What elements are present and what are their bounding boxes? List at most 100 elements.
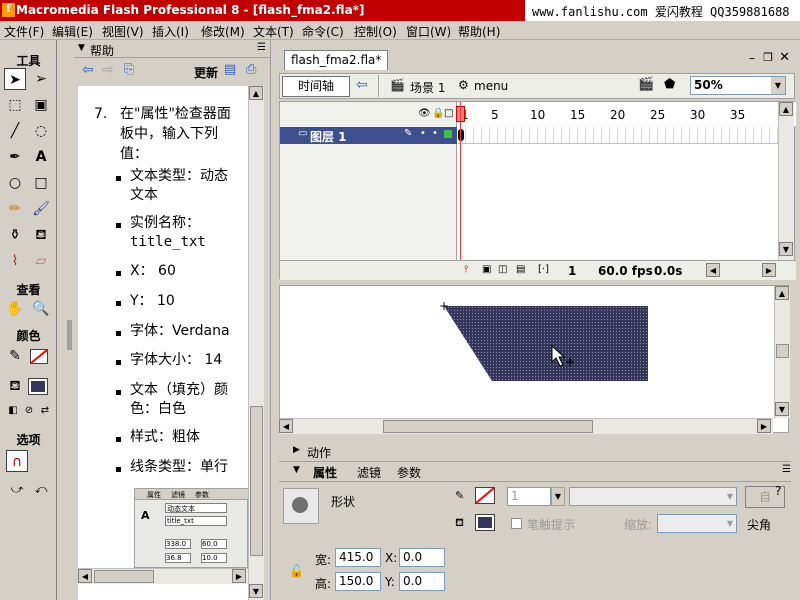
menu-edit[interactable]: 编辑(E) [52, 23, 93, 40]
menu-help[interactable]: 帮助(H) [458, 23, 500, 40]
scroll-thumb[interactable] [94, 570, 154, 583]
pencil-tool-icon[interactable]: ✏ [4, 198, 26, 220]
smooth-icon[interactable]: ⤻ [6, 478, 28, 500]
height-field[interactable]: 150.0 [335, 572, 381, 591]
scroll-down-icon[interactable]: ▼ [779, 242, 793, 256]
back-arrow-icon[interactable]: ⇦ [82, 62, 94, 78]
scroll-down-icon[interactable]: ▼ [775, 402, 789, 416]
edit-multiple-icon[interactable]: ▤ [516, 264, 525, 275]
onion-skin-icon[interactable]: ▣ [482, 264, 491, 275]
help-vertical-scrollbar[interactable]: ▲ ▼ [248, 86, 264, 600]
scroll-up-icon[interactable]: ▲ [775, 286, 789, 300]
forward-arrow-icon[interactable]: ⇨ [102, 62, 114, 78]
ink-bottle-tool-icon[interactable]: ⚱ [4, 224, 26, 246]
help-horizontal-scrollbar[interactable]: ◀ ▶ [78, 568, 248, 584]
brush-tool-icon[interactable]: 🖌 [30, 198, 52, 220]
visible-dot-icon[interactable]: • [420, 128, 426, 139]
document-tab[interactable]: flash_fma2.fla* [284, 50, 389, 70]
tab-parameters[interactable]: 参数 [397, 464, 421, 481]
text-tool-icon[interactable]: A [30, 146, 52, 168]
stage[interactable]: + ▲ ▼ [279, 285, 790, 433]
scroll-right-icon[interactable]: ▶ [232, 569, 246, 583]
collapse-arrow-icon[interactable] [67, 320, 72, 350]
scroll-thumb[interactable] [776, 344, 789, 358]
zoom-select[interactable]: 50% ▼ [690, 76, 786, 95]
stroke-style-select[interactable] [569, 487, 737, 506]
timeline-toggle-button[interactable]: 时间轴 [282, 76, 350, 97]
hand-tool-icon[interactable]: ✋ [4, 298, 26, 320]
oval-tool-icon[interactable]: ○ [4, 172, 26, 194]
timeline-vertical-scrollbar[interactable]: ▲ ▼ [778, 102, 794, 260]
layer-name[interactable]: 图层 1 [310, 128, 347, 145]
stroke-hint-checkbox[interactable] [511, 518, 522, 529]
y-field[interactable]: 0.0 [399, 572, 445, 591]
stage-horizontal-scrollbar[interactable]: ◀ ▶ [279, 418, 773, 434]
panel-options-icon[interactable]: ☰ [782, 464, 791, 475]
bookmark-icon[interactable]: ⎘ [124, 62, 134, 77]
outline-color-swatch[interactable] [444, 130, 452, 138]
edit-scene-icon[interactable]: 🎬 [638, 77, 654, 92]
scroll-right-icon[interactable]: ▶ [762, 263, 776, 277]
straighten-icon[interactable]: ⤺ [30, 478, 52, 500]
collapse-triangle-icon[interactable]: ▼ [78, 43, 85, 53]
update-button[interactable]: 更新 [194, 64, 218, 81]
collapse-triangle-icon[interactable]: ▼ [293, 465, 300, 475]
menu-window[interactable]: 窗口(W) [406, 23, 451, 40]
help-circle-icon[interactable]: ? [775, 484, 781, 498]
pen-tool-icon[interactable]: ✒ [4, 146, 26, 168]
frame-ruler[interactable]: 1 5 10 15 20 25 30 35 [458, 102, 796, 126]
eye-icon[interactable]: 👁 [418, 108, 431, 119]
scroll-right-icon[interactable]: ▶ [757, 419, 771, 433]
stage-canvas[interactable]: + [280, 286, 790, 418]
selected-shape[interactable] [444, 306, 648, 381]
scroll-up-icon[interactable]: ▲ [779, 102, 793, 116]
rectangle-tool-icon[interactable]: □ [30, 172, 52, 194]
frame-cells[interactable] [458, 127, 778, 144]
center-frame-icon[interactable]: ⫯ [464, 264, 468, 275]
menu-control[interactable]: 控制(O) [354, 23, 397, 40]
scroll-thumb[interactable] [383, 420, 593, 433]
zoom-tool-icon[interactable]: 🔍 [30, 298, 52, 320]
eraser-tool-icon[interactable]: ▱ [30, 250, 52, 272]
snap-to-objects-icon[interactable]: ∩ [6, 450, 28, 472]
stroke-color-swatch[interactable] [475, 487, 495, 504]
keyframe-icon[interactable] [458, 129, 464, 141]
swap-colors-icon[interactable]: ⇄ [34, 400, 56, 422]
scroll-up-icon[interactable]: ▲ [249, 86, 263, 100]
onion-outline-icon[interactable]: ◫ [498, 264, 507, 275]
scene-breadcrumb[interactable]: 场景 1 [410, 79, 445, 96]
expand-triangle-icon[interactable]: ▶ [293, 445, 300, 455]
lasso-tool-icon[interactable]: ◌ [30, 120, 52, 142]
fill-color-swatch[interactable] [475, 514, 495, 531]
x-field[interactable]: 0.0 [399, 548, 445, 567]
fill-transform-tool-icon[interactable]: ▣ [30, 94, 52, 116]
menu-view[interactable]: 视图(V) [102, 23, 144, 40]
paint-bucket-tool-icon[interactable]: ⛾ [30, 224, 52, 246]
stage-vertical-scrollbar[interactable]: ▲ ▼ [774, 286, 790, 418]
selection-tool-icon[interactable]: ➤ [4, 68, 26, 90]
menu-modify[interactable]: 修改(M) [201, 23, 245, 40]
restore-icon[interactable]: ❐ [763, 51, 773, 64]
stroke-width-field[interactable]: 1 [507, 487, 551, 506]
tab-properties[interactable]: 属性 [313, 464, 337, 481]
scroll-left-icon[interactable]: ◀ [706, 263, 720, 277]
chevron-down-icon[interactable]: ▼ [723, 515, 737, 532]
menu-text[interactable]: 文本(T) [253, 23, 294, 40]
back-arrow-icon[interactable]: ⇦ [356, 77, 368, 93]
frame-rate[interactable]: 60.0 fps [598, 264, 653, 278]
lock-icon[interactable]: 🔒 [432, 108, 444, 119]
line-tool-icon[interactable]: ╱ [4, 120, 26, 142]
edit-symbols-icon[interactable]: ⬟ [664, 77, 675, 92]
chevron-down-icon[interactable]: ▼ [771, 77, 785, 94]
menu-file[interactable]: 文件(F) [4, 23, 44, 40]
fill-color-swatch[interactable] [28, 378, 48, 395]
stroke-color-swatch[interactable] [30, 349, 48, 364]
close-icon[interactable]: ✕ [779, 50, 790, 65]
subselection-tool-icon[interactable]: ➢ [30, 68, 52, 90]
symbol-breadcrumb[interactable]: menu [474, 79, 508, 93]
chevron-down-icon[interactable]: ▼ [723, 488, 737, 505]
onion-markers-icon[interactable]: [·] [538, 264, 549, 275]
scroll-left-icon[interactable]: ◀ [78, 569, 92, 583]
layer-row[interactable]: ▭ 图层 1 ✎ • • [280, 127, 457, 144]
minimize-icon[interactable]: – [749, 51, 755, 65]
